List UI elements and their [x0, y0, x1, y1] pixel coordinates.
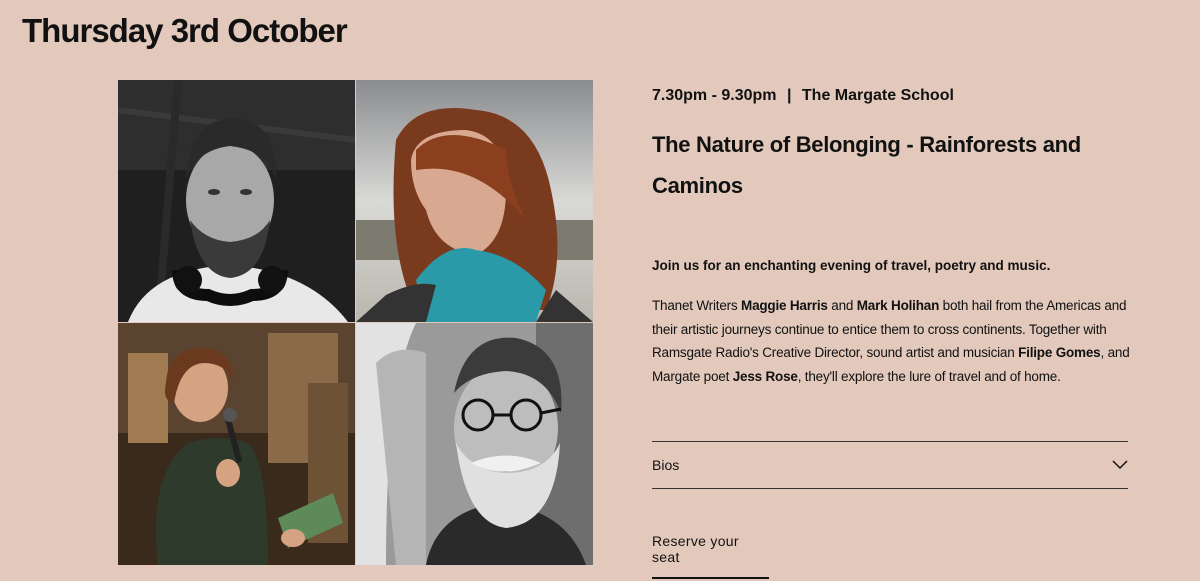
photo-woman-microphone — [118, 323, 355, 565]
event-time: 7.30pm - 9.30pm — [652, 87, 777, 104]
speaker-photo-grid — [118, 80, 593, 566]
bios-label: Bios — [652, 457, 680, 473]
description-text: and — [827, 298, 857, 313]
event-description: Thanet Writers Maggie Harris and Mark Ho… — [652, 294, 1132, 388]
time-venue-separator: | — [786, 87, 792, 104]
performer-name: Filipe Gomes — [1018, 345, 1101, 360]
description-text: , they'll explore the lure of travel and… — [797, 368, 1061, 384]
photo-woman-red-hair — [356, 80, 593, 322]
performer-name: Jess Rose — [732, 368, 798, 384]
page-title: Thursday 3rd October — [22, 12, 348, 49]
performer-name: Mark Holihan — [856, 298, 940, 313]
reserve-seat-link[interactable]: Reserve your seat — [652, 533, 769, 579]
event-time-venue: 7.30pm - 9.30pm | The Margate School — [652, 87, 954, 105]
chevron-down-icon — [1112, 460, 1128, 470]
performer-name: Maggie Harris — [741, 298, 828, 313]
bios-accordion-toggle[interactable]: Bios — [652, 442, 1128, 488]
event-venue: The Margate School — [801, 87, 954, 104]
description-text: Thanet Writers — [652, 298, 742, 313]
divider — [652, 488, 1128, 489]
photo-man-headphones — [118, 80, 355, 322]
photo-man-glasses — [356, 323, 593, 565]
event-lead: Join us for an enchanting evening of tra… — [652, 258, 1051, 273]
event-title: The Nature of Belonging - Rainforests an… — [652, 132, 1081, 198]
